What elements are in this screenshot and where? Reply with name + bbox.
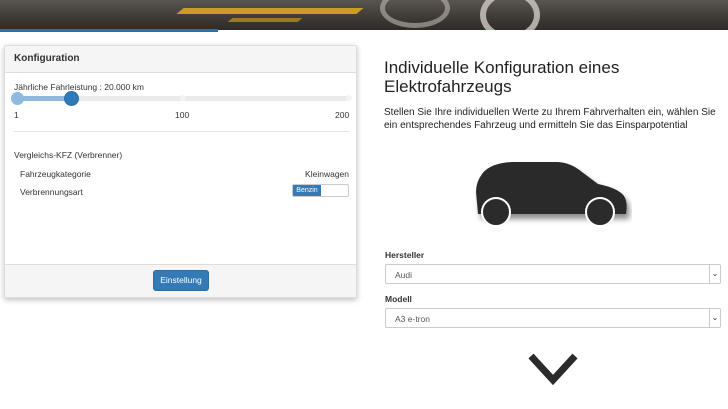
vehicle-category-value: Kleinwagen <box>305 169 349 179</box>
mileage-slider[interactable] <box>11 92 352 105</box>
panel-footer: Einstellung <box>5 264 356 297</box>
fuel-type-toggle-on[interactable]: Benzin <box>293 185 321 196</box>
slider-mid-label: 100 <box>175 110 190 120</box>
divider <box>14 131 349 132</box>
fuel-type-toggle[interactable]: Benzin <box>292 184 349 197</box>
chevron-down-icon[interactable] <box>527 350 579 388</box>
slider-value-handle[interactable] <box>65 92 78 105</box>
manufacturer-label: Hersteller <box>385 250 425 260</box>
page-description: Stellen Sie Ihre individuellen Werte zu … <box>384 107 716 131</box>
chevron-down-icon[interactable]: ⌄ <box>709 309 720 327</box>
page-title: Individuelle Konfiguration eines Elektro… <box>384 58 620 96</box>
slider-min-handle[interactable] <box>11 92 24 105</box>
road-marking <box>480 0 540 30</box>
manufacturer-select[interactable]: Audi ⌄ <box>385 264 721 284</box>
slider-max-label: 200 <box>335 110 350 120</box>
slider-tick <box>346 95 352 101</box>
road-marking <box>380 0 450 28</box>
model-select[interactable]: A3 e-tron ⌄ <box>385 308 721 328</box>
manufacturer-selected-value: Audi <box>395 270 413 280</box>
road-marking <box>227 18 303 22</box>
slider-min-label: 1 <box>14 110 19 120</box>
settings-button[interactable]: Einstellung <box>153 270 209 291</box>
panel-title: Konfiguration <box>5 46 356 73</box>
panel-body: Jährliche Fahrleistung : 20.000 km 1 100… <box>5 73 356 266</box>
progress-accent-bar <box>0 29 218 32</box>
car-icon <box>476 162 627 227</box>
vehicle-category-row: Fahrzeugkategorie Kleinwagen <box>20 169 349 179</box>
comparison-section-label: Vergleichs-KFZ (Verbrenner) <box>14 150 123 160</box>
vehicle-category-label: Fahrzeugkategorie <box>20 169 91 179</box>
model-label: Modell <box>385 294 412 304</box>
mileage-slider-label: Jährliche Fahrleistung : 20.000 km <box>14 82 144 92</box>
fuel-type-label: Verbrennungsart <box>20 187 83 197</box>
config-panel: Konfiguration Jährliche Fahrleistung : 2… <box>4 45 357 298</box>
model-selected-value: A3 e-tron <box>395 314 430 324</box>
fuel-type-row: Verbrennungsart Benzin <box>20 184 349 197</box>
slider-tick <box>180 95 186 101</box>
hero-banner <box>0 0 728 30</box>
chevron-down-icon[interactable]: ⌄ <box>709 265 720 283</box>
road-marking <box>176 8 364 14</box>
